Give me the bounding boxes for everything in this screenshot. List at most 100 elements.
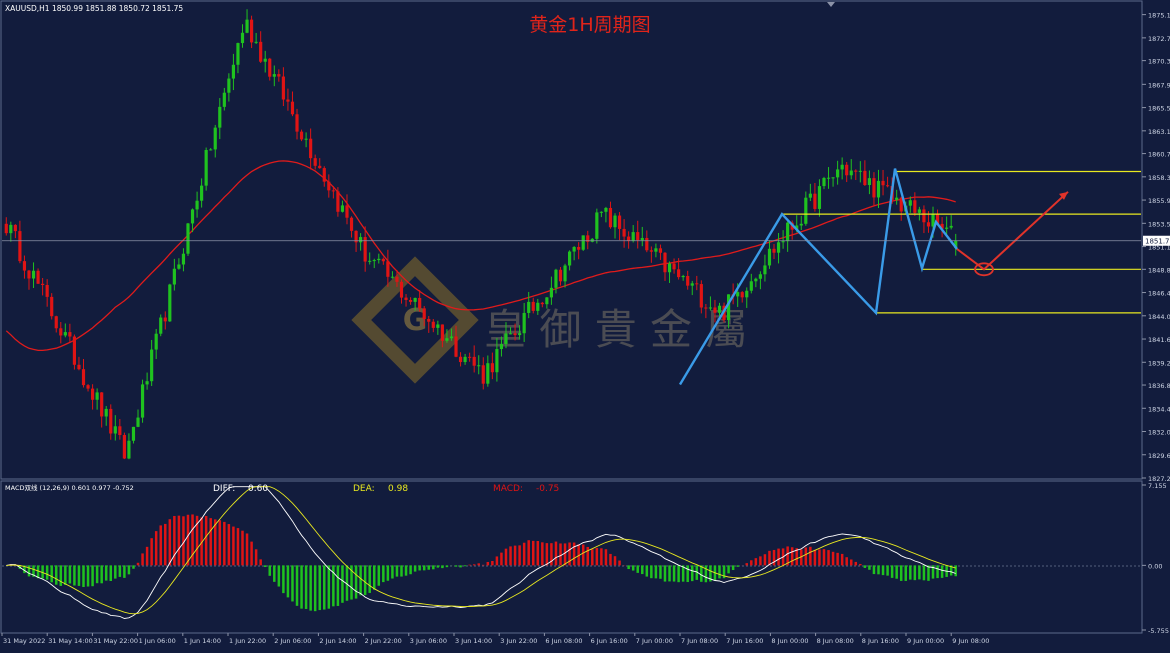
candle-body <box>59 328 63 336</box>
candle-body <box>304 138 308 140</box>
candle-body <box>949 225 953 228</box>
candle-body <box>445 338 449 341</box>
candle-body <box>863 170 867 186</box>
candle-body <box>786 222 790 242</box>
candle-body <box>636 232 640 241</box>
candle-body <box>640 237 644 241</box>
candle-body <box>849 170 853 176</box>
time-tick-label: 3 Jun 22:00 <box>500 637 537 645</box>
candle-body <box>499 344 504 350</box>
candle-body <box>577 246 581 250</box>
candle-body <box>908 200 912 206</box>
candle-body <box>131 426 136 441</box>
candle-body <box>422 308 426 319</box>
candle-body <box>836 169 840 178</box>
price-tick-label: 1844.00 <box>1148 313 1170 321</box>
candle-body <box>840 164 844 170</box>
price-tick-label: 1875.10 <box>1148 12 1170 20</box>
candle-body <box>631 232 635 241</box>
candle-body <box>740 292 744 298</box>
candle-body <box>245 19 249 33</box>
price-tick-label: 1855.95 <box>1148 197 1170 205</box>
macd-tick-label: 0.00 <box>1148 562 1162 570</box>
time-tick-label: 6 Jun 16:00 <box>591 637 628 645</box>
candle-body <box>408 299 413 302</box>
candle-body <box>286 99 290 102</box>
candle-body <box>168 284 172 322</box>
candle-body <box>677 269 681 278</box>
candle-body <box>181 253 186 265</box>
candle-body <box>41 283 45 286</box>
candle-body <box>327 181 331 191</box>
candle-body <box>440 324 444 341</box>
candle-body <box>472 356 476 366</box>
price-tick-label: 1858.35 <box>1148 174 1170 182</box>
candle-body <box>104 408 108 417</box>
chart-window[interactable]: G 皇 御 貴 金 屬 XAUUSD,H1 1850.99 1851.88 18… <box>0 0 1170 649</box>
candle-body <box>404 297 408 300</box>
candle-body <box>222 92 226 107</box>
candle-body <box>876 180 881 198</box>
candle-body <box>281 76 285 100</box>
candle-body <box>218 106 222 128</box>
candle-body <box>713 307 717 313</box>
candle-body <box>172 268 176 285</box>
candle-body <box>454 336 458 357</box>
chart-canvas[interactable]: G 皇 御 貴 金 屬 XAUUSD,H1 1850.99 1851.88 18… <box>0 0 1170 649</box>
candle-body <box>195 200 199 210</box>
candle-body <box>263 58 267 62</box>
candle-body <box>490 363 494 373</box>
price-tick-label: 1853.55 <box>1148 220 1170 228</box>
candle-body <box>695 283 699 285</box>
candle-body <box>858 170 862 172</box>
time-tick-label: 9 Jun 08:00 <box>952 637 989 645</box>
candle-body <box>27 270 31 279</box>
candle-body <box>186 223 190 254</box>
price-tick-label: 1839.20 <box>1148 359 1170 367</box>
candle-body <box>708 307 713 309</box>
candle-body <box>845 164 849 176</box>
candle-body <box>527 301 531 313</box>
candle-body <box>77 364 81 370</box>
candle-body <box>913 200 917 213</box>
macd-indicator-label: MACD双线 (12,26,9) 0.601 0.977 -0.752 <box>5 483 134 492</box>
candle-body <box>209 149 213 151</box>
candle-body <box>754 278 758 282</box>
candle-body <box>118 426 122 436</box>
candle-body <box>781 241 785 243</box>
candle-body <box>45 285 49 297</box>
candle-body <box>336 191 340 212</box>
candle-body <box>581 235 585 250</box>
time-tick-label: 1 Jun 06:00 <box>139 637 176 645</box>
candle-body <box>318 165 322 169</box>
candle-body <box>68 332 72 337</box>
candle-body <box>427 318 431 322</box>
candle-body <box>622 228 626 237</box>
candle-body <box>917 209 921 213</box>
time-tick-label: 1 Jun 22:00 <box>229 637 266 645</box>
time-tick-label: 31 May 14:00 <box>48 637 93 645</box>
candle-body <box>431 321 435 328</box>
candle-body <box>322 168 326 182</box>
candle-body <box>826 177 831 179</box>
candle-body <box>368 260 372 262</box>
candle-body <box>745 290 749 298</box>
candle-body <box>136 417 140 427</box>
price-tick-label: 1867.90 <box>1148 81 1170 89</box>
candle-body <box>63 332 67 336</box>
price-tick-label: 1860.75 <box>1148 151 1170 159</box>
time-tick-label: 2 Jun 14:00 <box>319 637 356 645</box>
macd-histogram-label: MACD: <box>493 484 523 494</box>
candle-body <box>4 223 8 234</box>
candle-body <box>436 324 440 328</box>
price-tick-label: 1841.60 <box>1148 336 1170 344</box>
candle-body <box>309 138 313 159</box>
candle-body <box>259 41 263 62</box>
candle-body <box>926 222 931 227</box>
candle-body <box>627 236 631 241</box>
candle-body <box>704 307 708 309</box>
candle-body <box>349 217 354 231</box>
candle-body <box>86 385 90 389</box>
candle-body <box>617 215 622 229</box>
candle-body <box>227 78 231 93</box>
